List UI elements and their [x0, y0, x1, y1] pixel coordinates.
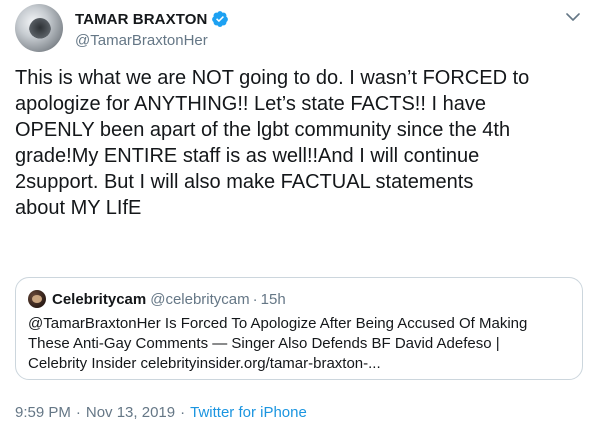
quoted-tweet-text: @TamarBraxtonHer Is Forced To Apologize … — [28, 315, 528, 372]
chevron-down-icon[interactable] — [566, 12, 580, 22]
tweet-text: This is what we are NOT going to do. I w… — [15, 67, 530, 219]
quoted-tweet[interactable]: Celebritycam @celebritycam · 15h @TamarB… — [15, 277, 583, 380]
author-name-row: TAMAR BRAXTON — [75, 9, 229, 29]
quoted-author-handle: @celebritycam — [150, 290, 250, 308]
author-block: TAMAR BRAXTON @TamarBraxtonHer — [75, 9, 229, 49]
quoted-timestamp: 15h — [260, 290, 286, 308]
meta-separator-2: · — [180, 404, 186, 421]
quoted-separator: · — [252, 290, 258, 308]
quoted-tweet-header: Celebritycam @celebritycam · 15h — [28, 289, 286, 309]
verified-badge-icon — [212, 11, 229, 27]
avatar-figure — [29, 18, 51, 42]
quoted-author-name: Celebritycam — [52, 290, 147, 308]
tweet-time[interactable]: 9:59 PM — [15, 404, 71, 421]
quoted-author-avatar — [28, 290, 46, 308]
author-handle[interactable]: @TamarBraxtonHer — [75, 32, 229, 49]
author-avatar[interactable] — [15, 4, 63, 52]
author-display-name[interactable]: TAMAR BRAXTON — [75, 11, 207, 28]
tweet-source-link[interactable]: Twitter for iPhone — [190, 404, 307, 421]
meta-separator: · — [75, 404, 81, 421]
tweet-card: TAMAR BRAXTON @TamarBraxtonHer This is w… — [0, 0, 594, 439]
tweet-date[interactable]: Nov 13, 2019 — [86, 404, 175, 421]
tweet-meta: 9:59 PM · Nov 13, 2019 · Twitter for iPh… — [15, 404, 307, 421]
